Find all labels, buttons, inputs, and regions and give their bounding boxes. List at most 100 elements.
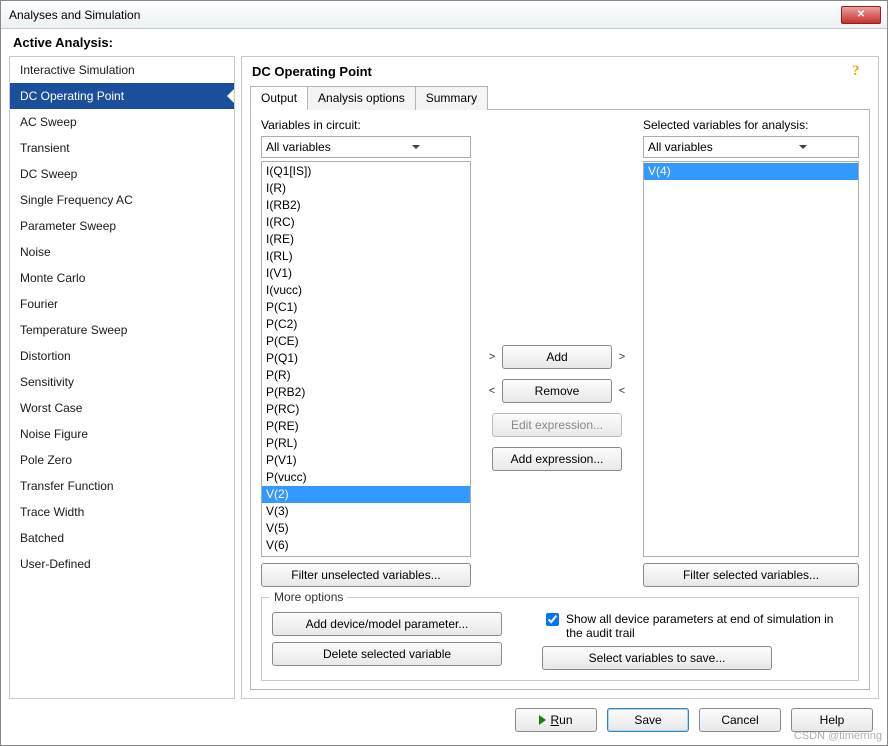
list-item[interactable]: I(V1) [262, 265, 470, 282]
list-item[interactable]: P(CE) [262, 333, 470, 350]
cancel-button[interactable]: Cancel [699, 708, 781, 732]
chevron-down-icon [366, 140, 466, 154]
save-button[interactable]: Save [607, 708, 689, 732]
list-item[interactable]: V(3) [262, 503, 470, 520]
transfer-buttons-col: > Add > < Remove < Edit expression... Ad… [477, 118, 637, 587]
remove-button[interactable]: Remove [502, 379, 612, 403]
sidebar-item[interactable]: Batched [10, 525, 234, 551]
list-item[interactable]: P(Q1) [262, 350, 470, 367]
list-item[interactable]: I(RC) [262, 214, 470, 231]
list-item[interactable]: V(8) [262, 554, 470, 557]
sidebar-item[interactable]: Parameter Sweep [10, 213, 234, 239]
list-item[interactable]: V(6) [262, 537, 470, 554]
sidebar-item[interactable]: Distortion [10, 343, 234, 369]
close-button[interactable]: ✕ [841, 6, 881, 24]
sidebar-item[interactable]: AC Sweep [10, 109, 234, 135]
arrow-right-icon: > [618, 351, 626, 363]
list-item[interactable]: V(5) [262, 520, 470, 537]
variables-in-circuit-col: Variables in circuit: All variables I(Q1… [261, 118, 471, 587]
list-item[interactable]: P(RE) [262, 418, 470, 435]
list-item[interactable]: I(R) [262, 180, 470, 197]
list-item[interactable]: I(RL) [262, 248, 470, 265]
list-item[interactable]: P(C1) [262, 299, 470, 316]
list-item[interactable]: I(vucc) [262, 282, 470, 299]
run-button-label: Run [550, 713, 572, 727]
close-icon: ✕ [857, 9, 865, 20]
arrow-left-icon: < [618, 385, 626, 397]
sidebar-item[interactable]: Fourier [10, 291, 234, 317]
tab[interactable]: Output [250, 86, 308, 110]
sidebar-item[interactable]: Trace Width [10, 499, 234, 525]
sidebar-item[interactable]: User-Defined [10, 551, 234, 577]
sidebar-item[interactable]: Interactive Simulation [10, 57, 234, 83]
filter-unselected-button[interactable]: Filter unselected variables... [261, 563, 471, 587]
variables-in-circuit-combo-value: All variables [266, 140, 366, 154]
watermark: CSDN @timerring [794, 730, 882, 742]
list-item[interactable]: P(V1) [262, 452, 470, 469]
sidebar-item[interactable]: Monte Carlo [10, 265, 234, 291]
more-options-group: More options Add device/model parameter.… [261, 597, 859, 681]
selected-variables-list[interactable]: V(4) [643, 161, 859, 557]
select-variables-to-save-button[interactable]: Select variables to save... [542, 646, 772, 670]
show-all-params-checkbox[interactable] [546, 613, 559, 626]
sidebar-item[interactable]: Single Frequency AC [10, 187, 234, 213]
sidebar-item[interactable]: DC Operating Point [10, 83, 234, 109]
filter-selected-button[interactable]: Filter selected variables... [643, 563, 859, 587]
arrow-left-icon: < [488, 385, 496, 397]
output-columns: Variables in circuit: All variables I(Q1… [261, 118, 859, 587]
list-item[interactable]: P(RC) [262, 401, 470, 418]
add-button[interactable]: Add [502, 345, 612, 369]
main-title: DC Operating Point [252, 64, 852, 79]
tab[interactable]: Summary [415, 86, 488, 110]
play-icon [539, 715, 546, 725]
active-analysis-label: Active Analysis: [1, 29, 887, 56]
list-item[interactable]: P(RB2) [262, 384, 470, 401]
main-panel: DC Operating Point ? OutputAnalysis opti… [241, 56, 879, 699]
variables-in-circuit-list[interactable]: I(Q1[IS])I(R)I(RB2)I(RC)I(RE)I(RL)I(V1)I… [261, 161, 471, 557]
sidebar-item[interactable]: Pole Zero [10, 447, 234, 473]
tabs: OutputAnalysis optionsSummary [242, 85, 878, 109]
selected-variables-col: Selected variables for analysis: All var… [643, 118, 859, 587]
selected-variables-combo-value: All variables [648, 140, 751, 154]
tab-output: Variables in circuit: All variables I(Q1… [250, 109, 870, 690]
sidebar-item[interactable]: Worst Case [10, 395, 234, 421]
sidebar-item[interactable]: Noise Figure [10, 421, 234, 447]
help-button[interactable]: Help [791, 708, 873, 732]
list-item[interactable]: P(vucc) [262, 469, 470, 486]
selected-variables-label: Selected variables for analysis: [643, 118, 859, 132]
main-title-row: DC Operating Point ? [242, 57, 878, 85]
add-expression-button[interactable]: Add expression... [492, 447, 622, 471]
chevron-down-icon [751, 140, 854, 154]
edit-expression-button: Edit expression... [492, 413, 622, 437]
delete-selected-variable-button[interactable]: Delete selected variable [272, 642, 502, 666]
list-item[interactable]: P(RL) [262, 435, 470, 452]
list-item[interactable]: I(Q1[IS]) [262, 163, 470, 180]
variables-in-circuit-label: Variables in circuit: [261, 118, 471, 132]
list-item[interactable]: P(C2) [262, 316, 470, 333]
list-item[interactable]: V(4) [644, 163, 858, 180]
tab[interactable]: Analysis options [307, 86, 416, 110]
show-all-params-label[interactable]: Show all device parameters at end of sim… [566, 612, 848, 640]
add-device-parameter-button[interactable]: Add device/model parameter... [272, 612, 502, 636]
run-button[interactable]: Run [515, 708, 597, 732]
more-options-legend: More options [270, 590, 347, 604]
list-item[interactable]: I(RB2) [262, 197, 470, 214]
sidebar-item[interactable]: Sensitivity [10, 369, 234, 395]
list-item[interactable]: V(2) [262, 486, 470, 503]
variables-in-circuit-combo[interactable]: All variables [261, 136, 471, 158]
sidebar-item[interactable]: Noise [10, 239, 234, 265]
list-item[interactable]: I(RE) [262, 231, 470, 248]
selected-variables-combo[interactable]: All variables [643, 136, 859, 158]
dialog-window: Analyses and Simulation ✕ Active Analysi… [0, 0, 888, 746]
list-item[interactable]: P(R) [262, 367, 470, 384]
sidebar-item[interactable]: Transient [10, 135, 234, 161]
help-icon[interactable]: ? [852, 63, 868, 79]
sidebar-item[interactable]: Transfer Function [10, 473, 234, 499]
arrow-right-icon: > [488, 351, 496, 363]
dialog-body: Interactive SimulationDC Operating Point… [1, 56, 887, 703]
sidebar-item[interactable]: Temperature Sweep [10, 317, 234, 343]
sidebar-item[interactable]: DC Sweep [10, 161, 234, 187]
dialog-footer: Run Save Cancel Help [1, 703, 887, 745]
show-all-params-row: Show all device parameters at end of sim… [542, 612, 848, 640]
window-title: Analyses and Simulation [7, 8, 841, 22]
